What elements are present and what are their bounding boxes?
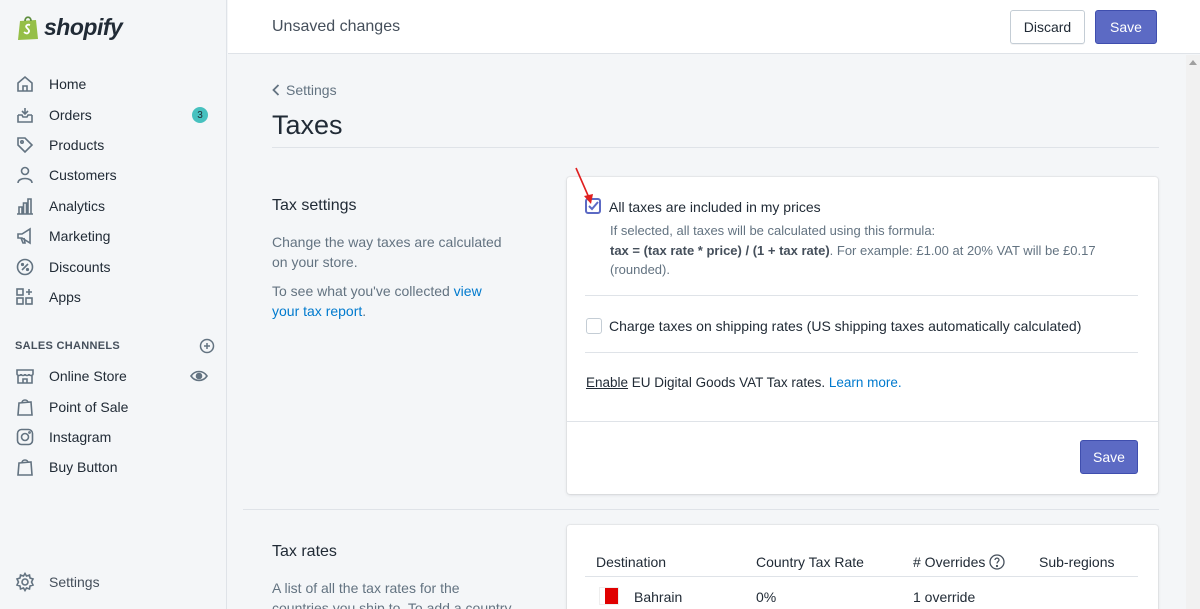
- learn-more-link[interactable]: Learn more.: [829, 375, 902, 390]
- sales-channels-heading-label: SALES CHANNELS: [15, 340, 121, 352]
- column-header-overrides: # Overrides: [913, 554, 1006, 570]
- taxes-included-label[interactable]: All taxes are included in my prices: [609, 199, 821, 215]
- shopify-bag-icon: [18, 16, 38, 40]
- column-header-country-tax-rate: Country Tax Rate: [756, 554, 864, 570]
- tax-report-note: To see what you've collected view your t…: [272, 281, 512, 321]
- tax-settings-save-button[interactable]: Save: [1080, 440, 1138, 474]
- bahrain-flag-icon: [600, 588, 618, 604]
- save-button[interactable]: Save: [1095, 10, 1157, 44]
- sidebar-item-label: Buy Button: [49, 459, 118, 476]
- home-icon: [15, 74, 35, 94]
- sidebar-item-label: Analytics: [49, 197, 106, 214]
- option-divider: [585, 352, 1138, 353]
- sidebar-item-label: Settings: [49, 574, 100, 591]
- column-header-destination: Destination: [596, 554, 667, 570]
- sidebar: shopify Home Orders 3 Products Customers…: [0, 0, 227, 609]
- scroll-up-arrow-icon[interactable]: [1189, 60, 1197, 65]
- sidebar-item-customers[interactable]: Customers: [0, 160, 227, 190]
- taxes-included-help: If selected, all taxes will be calculate…: [610, 221, 1120, 280]
- sidebar-item-label: Instagram: [49, 428, 112, 445]
- title-divider: [272, 147, 1159, 148]
- charge-shipping-tax-checkbox[interactable]: [586, 318, 602, 334]
- sidebar-item-label: Customers: [49, 167, 117, 184]
- sidebar-item-products[interactable]: Products: [0, 130, 227, 160]
- bar-chart-icon: [15, 196, 35, 216]
- shopping-bag-icon: [15, 397, 35, 417]
- logo-text: shopify: [44, 13, 123, 40]
- option-divider: [585, 295, 1138, 296]
- overrides-cell: 1 override: [913, 589, 976, 605]
- sidebar-item-analytics[interactable]: Analytics: [0, 191, 227, 221]
- sidebar-item-buy-button[interactable]: Buy Button: [0, 452, 227, 482]
- shopping-bag-icon: [15, 457, 35, 477]
- discount-icon: [15, 257, 35, 277]
- sales-channels-heading: SALES CHANNELS: [15, 338, 215, 354]
- tax-settings-card: All taxes are included in my prices If s…: [567, 177, 1158, 494]
- shopify-logo[interactable]: shopify: [16, 12, 123, 42]
- sidebar-item-label: Orders: [49, 106, 92, 123]
- tax-report-suffix: .: [362, 303, 367, 319]
- store-icon: [15, 366, 35, 386]
- eu-vat-text: EU Digital Goods VAT Tax rates.: [628, 375, 829, 390]
- tag-icon: [15, 135, 35, 155]
- help-formula: tax = (tax rate * price) / (1 + tax rate…: [610, 242, 830, 258]
- section-divider: [243, 509, 1159, 510]
- help-circle-icon[interactable]: [989, 554, 1006, 570]
- sidebar-item-marketing[interactable]: Marketing: [0, 221, 227, 251]
- country-tax-rate-cell: 0%: [756, 589, 777, 605]
- tax-settings-title: Tax settings: [272, 197, 357, 214]
- sidebar-item-point-of-sale[interactable]: Point of Sale: [0, 391, 227, 421]
- sidebar-item-label: Marketing: [49, 228, 111, 245]
- tax-settings-description: Change the way taxes are calculated on y…: [272, 234, 502, 270]
- column-header-sub-regions: Sub-regions: [1039, 554, 1115, 570]
- charge-shipping-tax-label[interactable]: Charge taxes on shipping rates (US shipp…: [609, 318, 1081, 334]
- unsaved-changes-label: Unsaved changes: [272, 18, 401, 35]
- gear-icon: [15, 572, 35, 593]
- tax-rates-title: Tax rates: [272, 543, 337, 560]
- annotation-arrow-icon: [575, 167, 593, 204]
- breadcrumb[interactable]: Settings: [272, 82, 337, 98]
- sidebar-item-label: Home: [49, 76, 87, 93]
- tax-report-prefix: To see what you've collected: [272, 283, 454, 299]
- sidebar-settings: Settings: [0, 567, 227, 597]
- destination-link-bahrain[interactable]: Bahrain: [634, 589, 682, 605]
- eye-icon[interactable]: [190, 368, 208, 387]
- contextual-save-bar: Unsaved changes Discard Save: [228, 0, 1200, 54]
- sidebar-item-orders[interactable]: Orders 3: [0, 99, 227, 129]
- sidebar-item-label: Products: [49, 136, 105, 153]
- sidebar-item-online-store[interactable]: Online Store: [0, 361, 227, 391]
- sidebar-item-apps[interactable]: Apps: [0, 282, 227, 312]
- main-nav: Home Orders 3 Products Customers Analyti…: [0, 69, 227, 312]
- page-scrollbar[interactable]: [1186, 55, 1200, 609]
- sidebar-item-home[interactable]: Home: [0, 69, 227, 99]
- tax-rates-card: Destination Country Tax Rate # Overrides…: [567, 525, 1158, 609]
- card-footer-divider: [567, 421, 1158, 422]
- tax-rates-description: A list of all the tax rates for the coun…: [272, 580, 512, 609]
- page-title: Taxes: [272, 110, 343, 140]
- sidebar-item-settings[interactable]: Settings: [0, 567, 227, 597]
- overrides-header-label: # Overrides: [913, 554, 986, 570]
- discard-button[interactable]: Discard: [1010, 10, 1085, 44]
- table-header-divider: [585, 576, 1138, 577]
- megaphone-icon: [15, 226, 35, 246]
- person-icon: [15, 165, 35, 185]
- sidebar-item-instagram[interactable]: Instagram: [0, 422, 227, 452]
- orders-icon: [15, 105, 35, 125]
- add-circle-icon[interactable]: [199, 338, 215, 354]
- sidebar-item-label: Apps: [49, 288, 81, 305]
- help-intro: If selected, all taxes will be calculate…: [610, 223, 936, 238]
- sidebar-item-label: Discounts: [49, 258, 111, 275]
- enable-eu-vat-link[interactable]: Enable: [586, 375, 628, 390]
- sidebar-item-discounts[interactable]: Discounts: [0, 251, 227, 281]
- orders-count-badge: 3: [192, 107, 208, 124]
- sales-channels-list: Online Store Point of Sale Instagram Buy…: [0, 361, 227, 483]
- sidebar-item-label: Online Store: [49, 368, 127, 385]
- sidebar-item-label: Point of Sale: [49, 398, 129, 415]
- help-formula-line: tax = (tax rate * price) / (1 + tax rate…: [610, 241, 1120, 280]
- eu-vat-line: Enable EU Digital Goods VAT Tax rates. L…: [586, 375, 902, 390]
- apps-icon: [15, 287, 35, 307]
- breadcrumb-settings-link[interactable]: Settings: [286, 82, 337, 98]
- chevron-left-icon: [272, 84, 280, 96]
- instagram-icon: [15, 427, 35, 447]
